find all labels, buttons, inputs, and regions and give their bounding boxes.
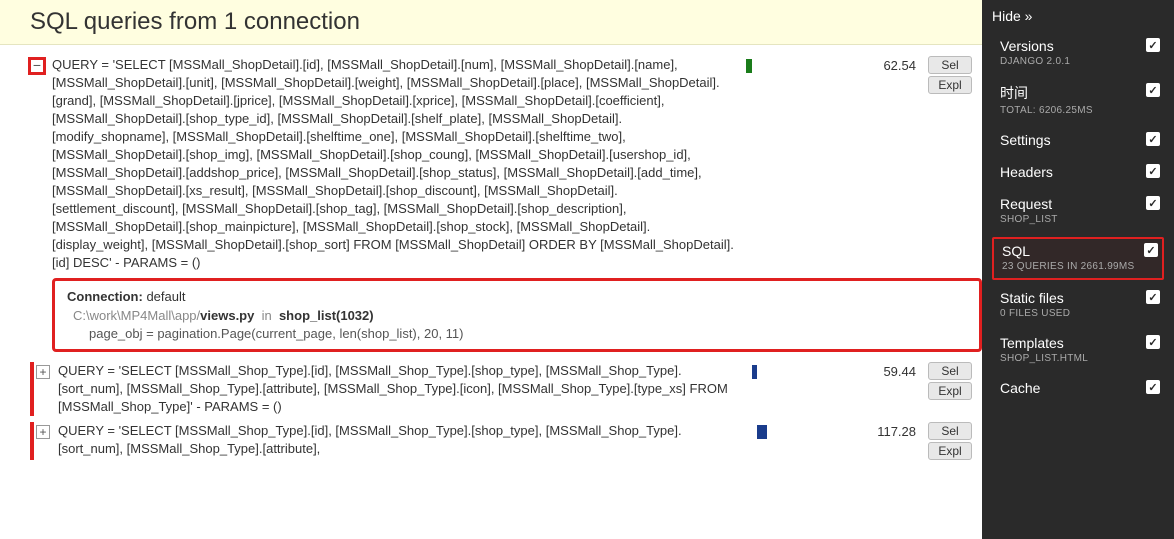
query-list: QUERY = 'SELECT [MSSMall_ShopDetail].[id… — [0, 48, 982, 539]
panel-settings[interactable]: Settings — [992, 128, 1164, 154]
panel-title: SQL queries from 1 connection — [30, 8, 1144, 36]
panel-sql[interactable]: SQL 23 queries in 2661.99ms — [992, 237, 1164, 280]
panel-templates[interactable]: Templates shop_list.html — [992, 331, 1164, 370]
query-actions: Sel Expl — [928, 56, 972, 272]
check-icon[interactable] — [1146, 380, 1160, 394]
debug-sidebar: Hide » Versions Django 2.0.1 时间 Total: 6… — [982, 0, 1174, 539]
time-bar — [757, 425, 767, 439]
time-bar-column — [746, 56, 856, 272]
expl-button[interactable]: Expl — [928, 382, 972, 400]
trace-path: C:\work\MP4Mall\app/views.py in shop_lis… — [73, 308, 967, 323]
sel-button[interactable]: Sel — [928, 422, 972, 440]
panel-request[interactable]: Request shop_list — [992, 192, 1164, 231]
panel-headers[interactable]: Headers — [992, 160, 1164, 186]
query-row: QUERY = 'SELECT [MSSMall_Shop_Type].[id]… — [30, 422, 982, 460]
query-time: 117.28 — [856, 422, 916, 460]
trace-code: page_obj = pagination.Page(current_page,… — [89, 326, 967, 341]
toggle-icon[interactable] — [36, 425, 50, 439]
query-text: QUERY = 'SELECT [MSSMall_Shop_Type].[id]… — [58, 362, 746, 416]
time-bar-column — [746, 362, 856, 416]
sel-button[interactable]: Sel — [928, 56, 972, 74]
expl-button[interactable]: Expl — [928, 442, 972, 460]
query-row: QUERY = 'SELECT [MSSMall_Shop_Type].[id]… — [30, 362, 982, 416]
query-text: QUERY = 'SELECT [MSSMall_ShopDetail].[id… — [52, 56, 746, 272]
check-icon[interactable] — [1146, 38, 1160, 52]
time-bar — [752, 365, 757, 379]
query-time: 59.44 — [856, 362, 916, 416]
sel-button[interactable]: Sel — [928, 362, 972, 380]
time-bar-column — [746, 422, 856, 460]
check-icon[interactable] — [1146, 335, 1160, 349]
query-text: QUERY = 'SELECT [MSSMall_Shop_Type].[id]… — [58, 422, 746, 460]
panel-time[interactable]: 时间 Total: 6206.25ms — [992, 79, 1164, 122]
check-icon[interactable] — [1146, 290, 1160, 304]
toggle-icon[interactable] — [30, 59, 44, 73]
panel-static-files[interactable]: Static files 0 files used — [992, 286, 1164, 325]
query-row: QUERY = 'SELECT [MSSMall_ShopDetail].[id… — [30, 56, 982, 272]
time-bar — [746, 59, 752, 73]
check-icon[interactable] — [1146, 132, 1160, 146]
check-icon[interactable] — [1144, 243, 1158, 257]
trace-connection: Connection: default — [67, 289, 967, 304]
query-actions: Sel Expl — [928, 362, 972, 416]
query-trace: Connection: default C:\work\MP4Mall\app/… — [52, 278, 982, 352]
check-icon[interactable] — [1146, 83, 1160, 97]
query-actions: Sel Expl — [928, 422, 972, 460]
panel-cache[interactable]: Cache — [992, 376, 1164, 402]
hide-link[interactable]: Hide » — [992, 8, 1164, 24]
toggle-icon[interactable] — [36, 365, 50, 379]
expl-button[interactable]: Expl — [928, 76, 972, 94]
check-icon[interactable] — [1146, 196, 1160, 210]
check-icon[interactable] — [1146, 164, 1160, 178]
query-time: 62.54 — [856, 56, 916, 272]
panel-versions[interactable]: Versions Django 2.0.1 — [992, 34, 1164, 73]
